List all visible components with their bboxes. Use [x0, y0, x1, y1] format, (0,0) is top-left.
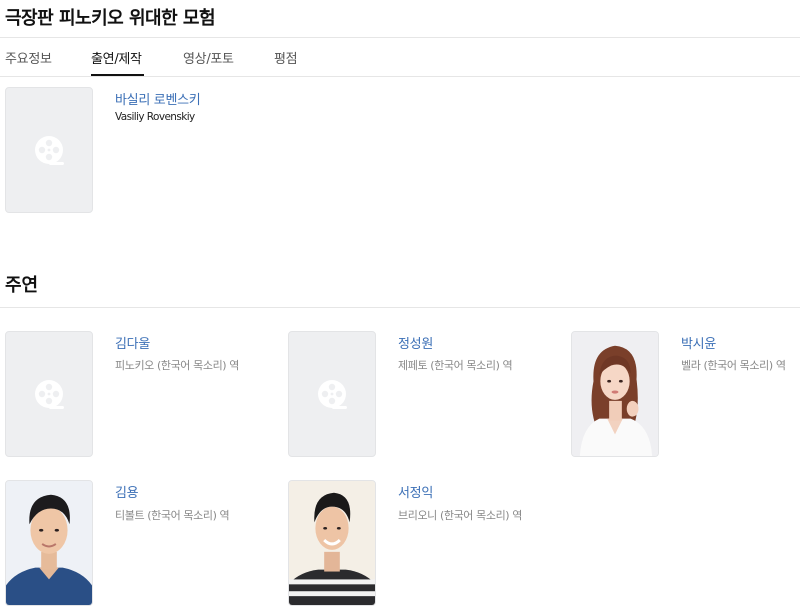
tab-rating[interactable]: 평점	[274, 48, 298, 67]
cast-name[interactable]: 박시윤	[681, 333, 716, 352]
director-name-en: Vasiliy Rovenskiy	[115, 111, 195, 123]
cast-role: 벨라 (한국어 목소리) 역	[681, 359, 786, 372]
cast-role: 피노키오 (한국어 목소리) 역	[115, 359, 239, 372]
cast-photo[interactable]	[288, 480, 376, 606]
film-reel-icon	[318, 380, 347, 409]
cast-name[interactable]: 서정익	[398, 482, 433, 501]
cast-photo[interactable]	[571, 331, 659, 457]
cast-name[interactable]: 김용	[115, 482, 139, 501]
divider	[0, 307, 800, 308]
tab-cast-crew[interactable]: 출연/제작	[91, 48, 142, 67]
director-name[interactable]: 바실리 로벤스키	[115, 89, 201, 108]
cast-name[interactable]: 정성원	[398, 333, 433, 352]
actor-portrait	[572, 332, 658, 456]
cast-role: 티볼트 (한국어 목소리) 역	[115, 509, 230, 522]
actor-portrait	[289, 481, 375, 605]
cast-photo[interactable]	[288, 331, 376, 457]
cast-role: 제페토 (한국어 목소리) 역	[398, 359, 513, 372]
cast-photo[interactable]	[5, 331, 93, 457]
divider	[0, 37, 800, 38]
cast-role: 브리오니 (한국어 목소리) 역	[398, 509, 522, 522]
tab-video-photo[interactable]: 영상/포토	[183, 48, 234, 67]
page-title: 극장판 피노키오 위대한 모험	[5, 8, 216, 29]
divider	[0, 76, 800, 77]
actor-portrait	[6, 481, 92, 605]
section-title-cast: 주연	[5, 275, 39, 296]
film-reel-icon	[35, 380, 64, 409]
film-reel-icon	[35, 136, 64, 165]
director-photo[interactable]	[5, 87, 93, 213]
cast-photo[interactable]	[5, 480, 93, 606]
tab-main-info[interactable]: 주요정보	[5, 48, 52, 67]
cast-name[interactable]: 김다울	[115, 333, 150, 352]
